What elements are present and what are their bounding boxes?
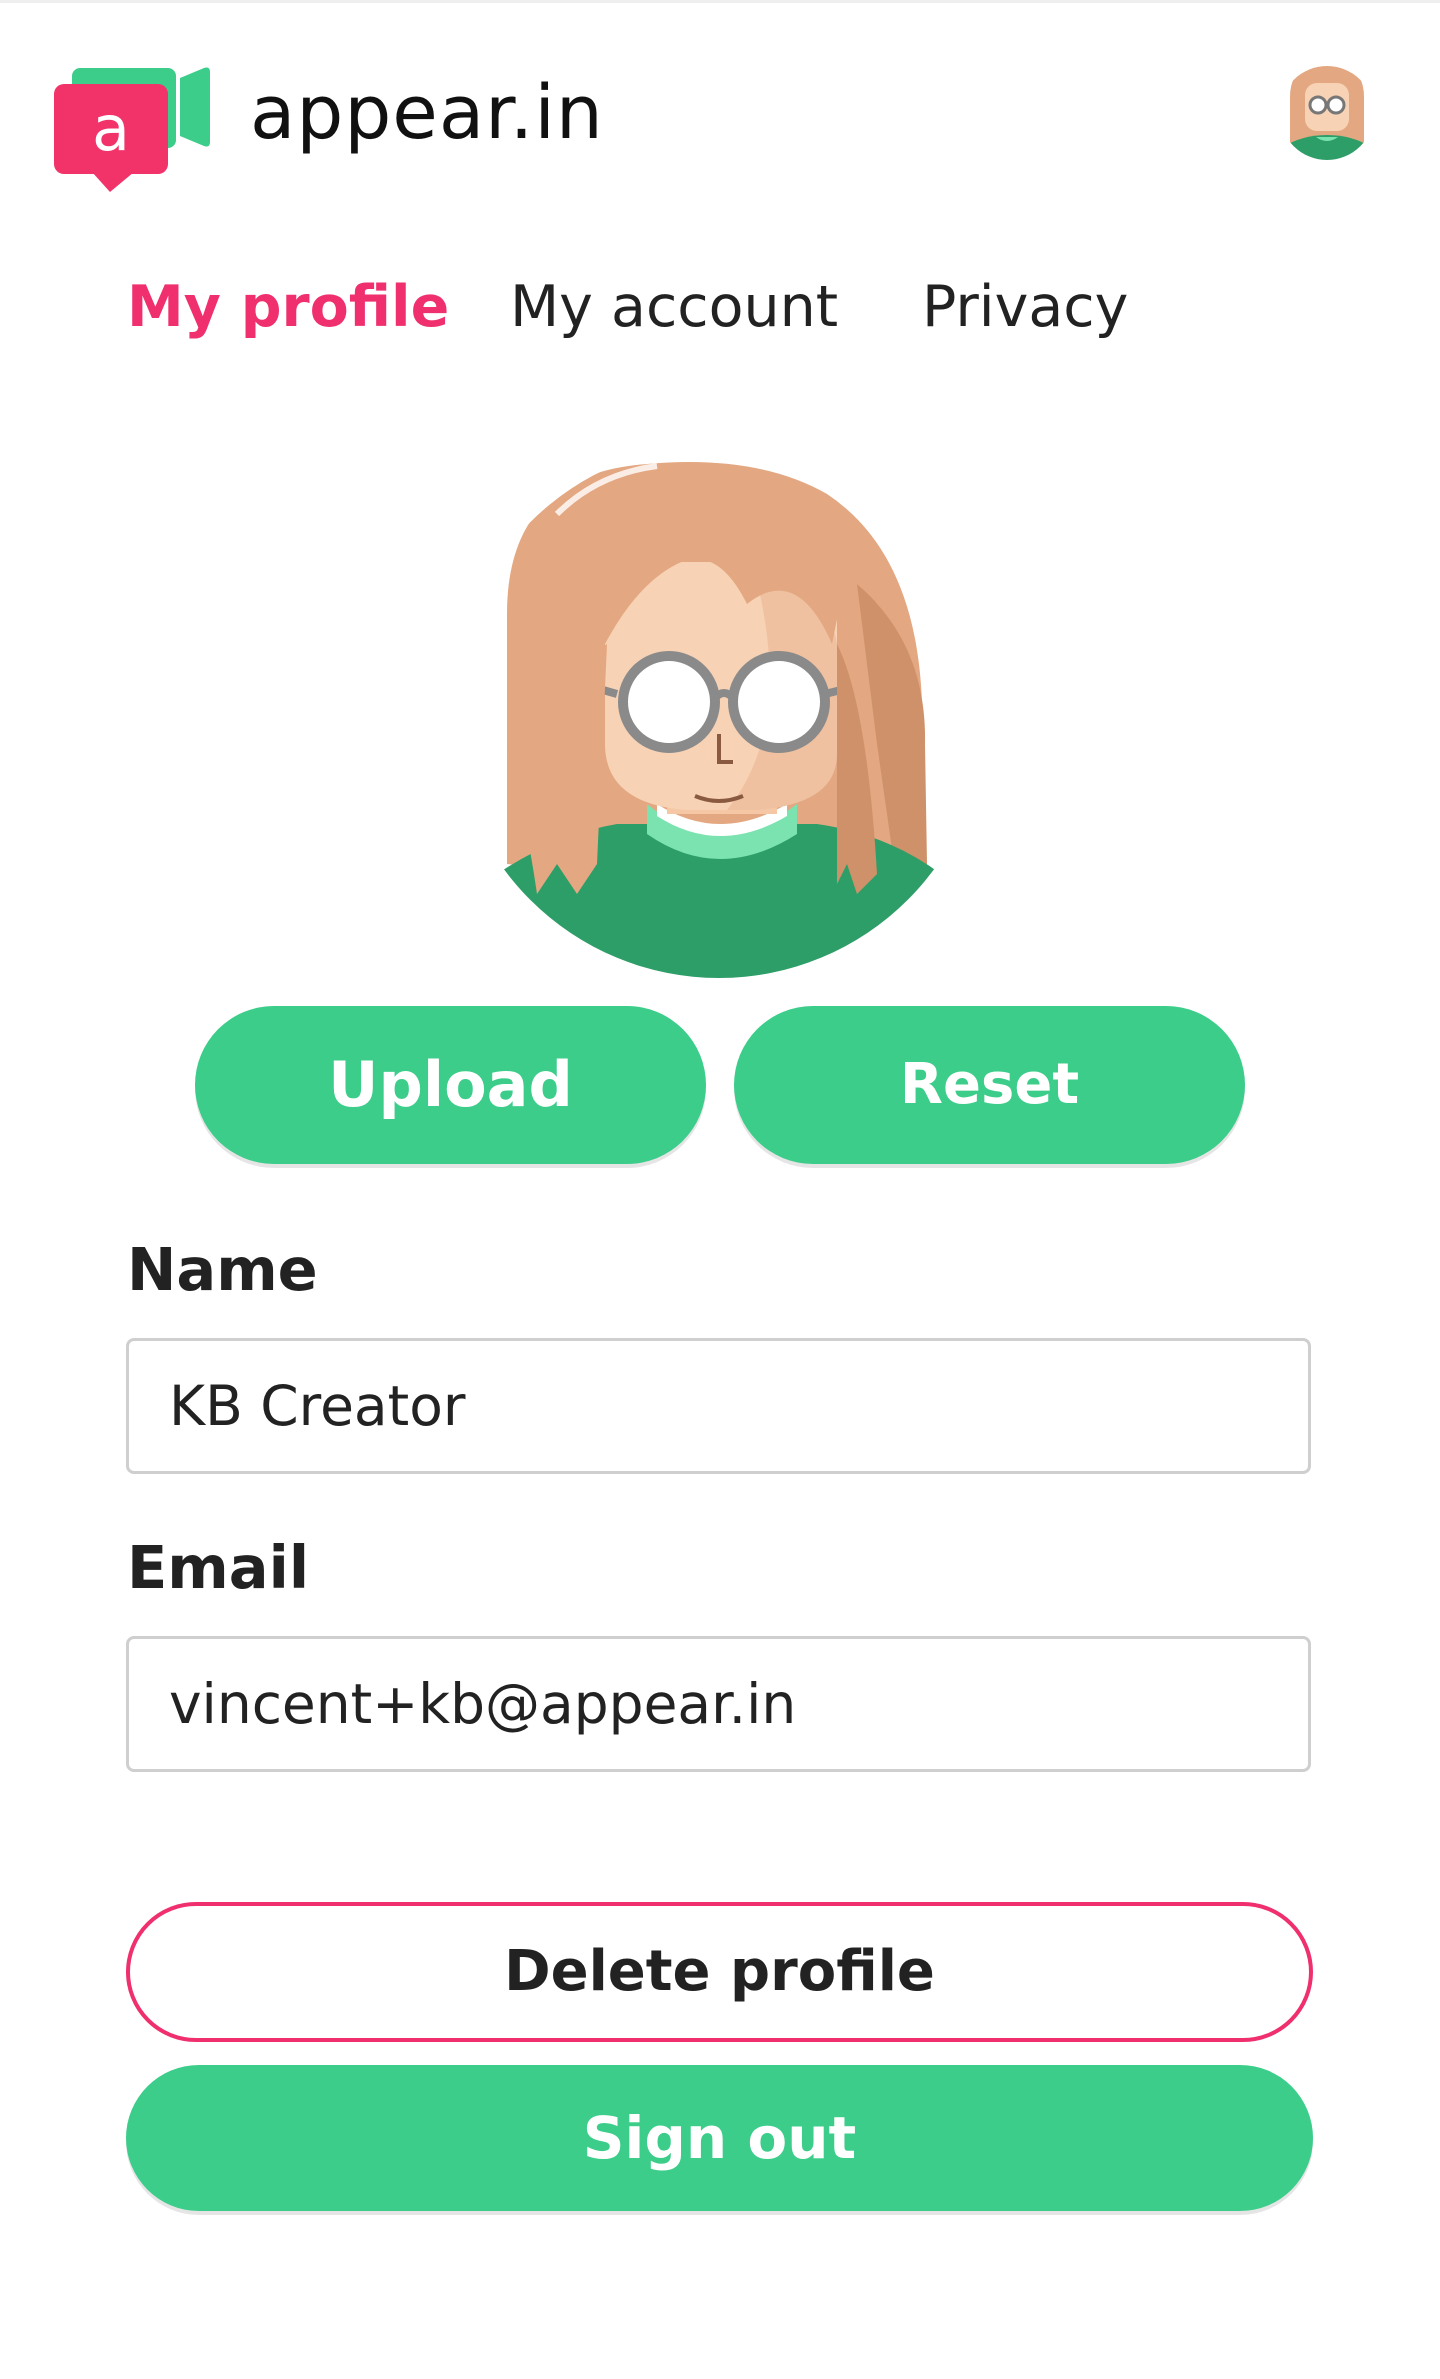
name-label: Name — [127, 1235, 318, 1304]
name-input[interactable] — [129, 1341, 1308, 1471]
email-label: Email — [127, 1533, 310, 1602]
email-field[interactable] — [126, 1636, 1311, 1772]
tab-bar: My profile My account Privacy — [0, 262, 1440, 352]
reset-avatar-button[interactable]: Reset — [734, 1006, 1245, 1164]
tab-my-profile[interactable]: My profile — [127, 262, 449, 352]
tab-privacy[interactable]: Privacy — [922, 262, 1128, 352]
header: a appear.in — [0, 0, 1440, 200]
user-avatar-icon[interactable] — [1280, 57, 1374, 167]
sign-out-button[interactable]: Sign out — [126, 2065, 1313, 2211]
delete-profile-button[interactable]: Delete profile — [126, 1902, 1313, 2042]
tab-my-account[interactable]: My account — [510, 262, 838, 352]
appear-in-logo-icon[interactable]: a — [54, 64, 214, 192]
email-input[interactable] — [129, 1639, 1308, 1769]
logo-letter: a — [92, 92, 130, 165]
name-field[interactable] — [126, 1338, 1311, 1474]
profile-avatar-illustration — [497, 444, 941, 978]
brand-name: appear.in — [250, 70, 604, 156]
upload-avatar-button[interactable]: Upload — [195, 1006, 706, 1164]
